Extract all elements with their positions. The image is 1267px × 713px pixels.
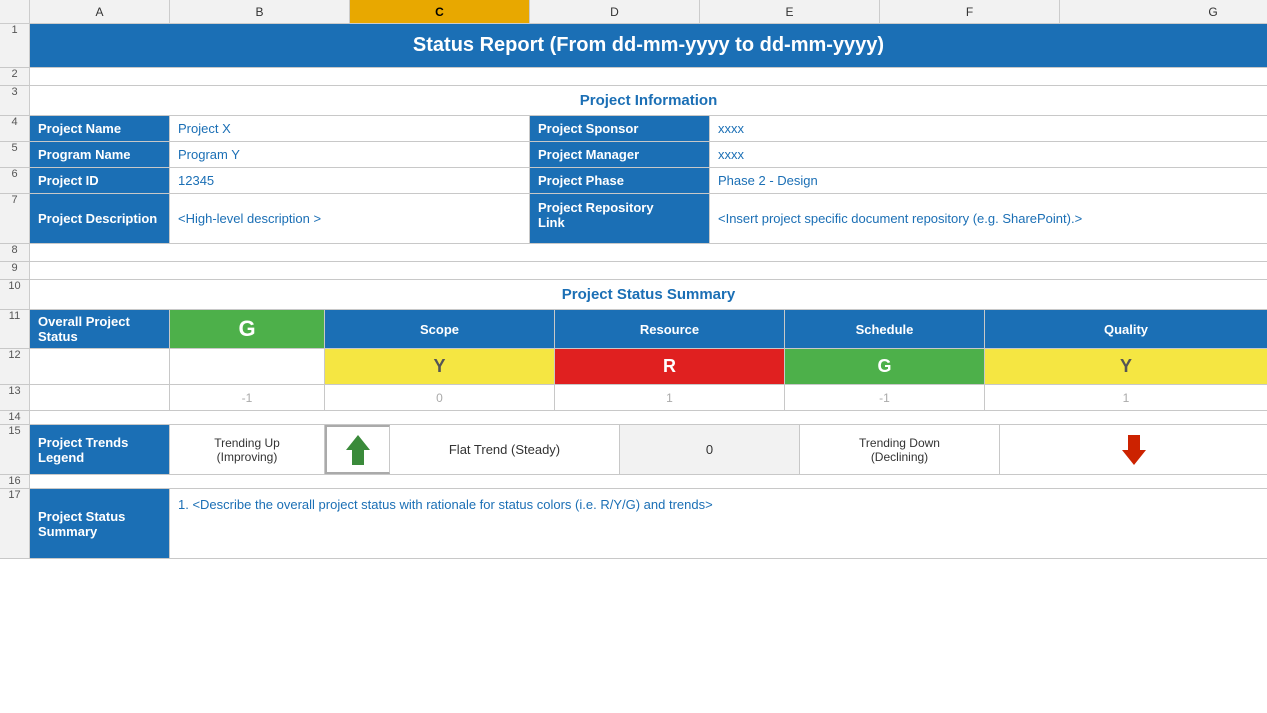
- scope-status-value: Y: [325, 349, 555, 384]
- status-text-row: 17 Project StatusSummary 1. <Describe th…: [0, 489, 1267, 559]
- column-headers: A B C D E F G: [0, 0, 1267, 24]
- col-header-d[interactable]: D: [530, 0, 700, 23]
- trending-down-label: Trending Down(Declining): [800, 425, 1000, 474]
- row-num-5: 5: [0, 142, 30, 167]
- info-row-2: 5 Program Name Program Y Project Manager…: [0, 142, 1267, 168]
- col-header-b[interactable]: B: [170, 0, 350, 23]
- quality-number: 1: [985, 385, 1267, 410]
- value-project-repository[interactable]: <Insert project specific document reposi…: [710, 194, 1267, 243]
- overall-status-number: -1: [170, 385, 325, 410]
- value-project-manager[interactable]: xxxx: [710, 142, 1267, 167]
- project-info-header-row: 3 Project Information: [0, 86, 1267, 116]
- status-numbers-row: 13 -1 0 1 -1 1: [0, 385, 1267, 411]
- row-num-12: 12: [0, 349, 30, 384]
- value-project-name[interactable]: Project X: [170, 116, 530, 141]
- status-text-label: Project StatusSummary: [30, 489, 170, 558]
- status-summary-header: Project Status Summary: [30, 280, 1267, 309]
- label-project-id: Project ID: [30, 168, 170, 193]
- schedule-number: -1: [785, 385, 985, 410]
- col-header-c[interactable]: C: [350, 0, 530, 23]
- status-summary-header-row: 10 Project Status Summary: [0, 280, 1267, 310]
- label-program-name: Program Name: [30, 142, 170, 167]
- value-project-id[interactable]: 12345: [170, 168, 530, 193]
- status-values-row: 12 Y R G Y: [0, 349, 1267, 385]
- value-project-phase[interactable]: Phase 2 - Design: [710, 168, 1267, 193]
- row-num-16: 16: [0, 475, 30, 488]
- value-program-name[interactable]: Program Y: [170, 142, 530, 167]
- row-num-13: 13: [0, 385, 30, 410]
- status-cols-header-row: 11 Overall ProjectStatus G Scope Resourc…: [0, 310, 1267, 349]
- down-arrow-icon: [1119, 432, 1149, 468]
- resource-number: 1: [555, 385, 785, 410]
- col-header-g[interactable]: G: [1060, 0, 1267, 23]
- empty-row-2: 2: [0, 68, 1267, 86]
- col-header-a[interactable]: A: [30, 0, 170, 23]
- row-num-1: 1: [0, 24, 30, 67]
- row-num-6: 6: [0, 168, 30, 193]
- project-info-header: Project Information: [30, 86, 1267, 115]
- flat-trend-label: Flat Trend (Steady): [390, 425, 620, 474]
- label-project-name: Project Name: [30, 116, 170, 141]
- info-row-1: 4 Project Name Project X Project Sponsor…: [0, 116, 1267, 142]
- info-row-4: 7 Project Description <High-level descri…: [0, 194, 1267, 244]
- col-header-f[interactable]: F: [880, 0, 1060, 23]
- col-header-e[interactable]: E: [700, 0, 880, 23]
- trending-up-label: Trending Up(Improving): [170, 425, 325, 474]
- row-num-9: 9: [0, 262, 30, 279]
- trending-down-arrow: [1000, 425, 1267, 474]
- row-num-10: 10: [0, 280, 30, 309]
- label-project-repository: Project RepositoryLink: [530, 194, 710, 243]
- overall-status-label: Overall ProjectStatus: [30, 310, 170, 348]
- row-num-15: 15: [0, 425, 30, 474]
- spreadsheet: A B C D E F G 1 Status Report (From dd-m…: [0, 0, 1267, 559]
- resource-status-value: R: [555, 349, 785, 384]
- legend-label: Project Trends Legend: [30, 425, 170, 474]
- status-text-content[interactable]: 1. <Describe the overall project status …: [170, 489, 1267, 558]
- empty-row-8: 8: [0, 244, 1267, 262]
- title-text: Status Report (From dd-mm-yyyy to dd-mm-…: [413, 34, 884, 56]
- label-project-sponsor: Project Sponsor: [530, 116, 710, 141]
- label-project-manager: Project Manager: [530, 142, 710, 167]
- row-num-3: 3: [0, 86, 30, 115]
- empty-row-9: 9: [0, 262, 1267, 280]
- overall-status-value: G: [170, 310, 325, 348]
- flat-value: 0: [620, 425, 800, 474]
- trending-up-arrow: [325, 425, 390, 474]
- value-project-description[interactable]: <High-level description >: [170, 194, 530, 243]
- schedule-status-value: G: [785, 349, 985, 384]
- row-num-4: 4: [0, 116, 30, 141]
- legend-row: 15 Project Trends Legend Trending Up(Imp…: [0, 425, 1267, 475]
- row-num-11: 11: [0, 310, 30, 348]
- title-row: 1 Status Report (From dd-mm-yyyy to dd-m…: [0, 24, 1267, 68]
- schedule-header: Schedule: [785, 310, 985, 348]
- title-cell: Status Report (From dd-mm-yyyy to dd-mm-…: [30, 24, 1267, 67]
- quality-header: Quality: [985, 310, 1267, 348]
- row-num-17: 17: [0, 489, 30, 558]
- quality-status-value: Y: [985, 349, 1267, 384]
- label-project-phase: Project Phase: [530, 168, 710, 193]
- value-project-sponsor[interactable]: xxxx: [710, 116, 1267, 141]
- row-col-corner: [0, 0, 30, 23]
- row-num-7: 7: [0, 194, 30, 243]
- label-project-description: Project Description: [30, 194, 170, 243]
- scope-header: Scope: [325, 310, 555, 348]
- resource-header: Resource: [555, 310, 785, 348]
- up-arrow-icon: [343, 432, 373, 468]
- empty-row-16: 16: [0, 475, 1267, 489]
- scope-number: 0: [325, 385, 555, 410]
- row-num-14: 14: [0, 411, 30, 424]
- row-num-8: 8: [0, 244, 30, 261]
- row-num-2: 2: [0, 68, 30, 85]
- empty-row-14: 14: [0, 411, 1267, 425]
- info-row-3: 6 Project ID 12345 Project Phase Phase 2…: [0, 168, 1267, 194]
